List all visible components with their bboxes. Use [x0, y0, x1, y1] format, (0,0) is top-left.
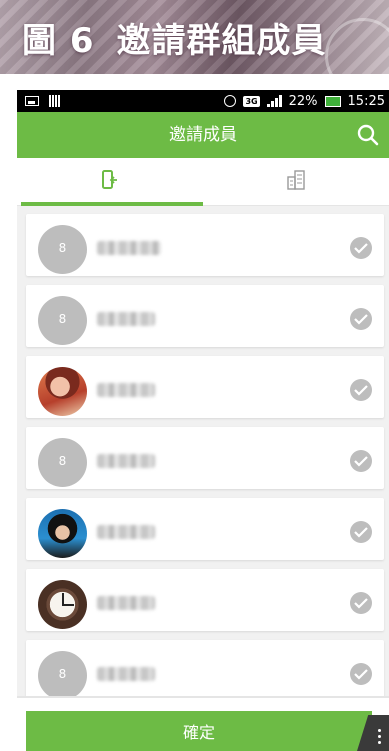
figure-title: 邀請群組成員 [116, 20, 327, 61]
signal-strength-icon [266, 95, 282, 107]
check-icon[interactable] [350, 308, 372, 330]
banner-gap [0, 74, 389, 90]
avatar-default [38, 225, 87, 274]
contact-row[interactable] [26, 498, 384, 560]
battery-charging-icon [324, 95, 341, 107]
status-bar: 3G 22% 15:25 [17, 90, 389, 112]
contact-name-redacted [97, 454, 155, 468]
avatar-photo [38, 367, 87, 416]
company-building-icon [287, 169, 305, 194]
avatar-default [38, 438, 87, 487]
contact-name-redacted [97, 383, 155, 397]
source-tabs [17, 158, 389, 206]
figure-label: 圖 6 [22, 20, 95, 61]
tab-phone-contacts[interactable] [17, 158, 203, 206]
app-header: 邀請成員 [17, 112, 389, 158]
contact-name-redacted [97, 241, 161, 255]
contact-name-redacted [97, 667, 155, 681]
avatar-default [38, 651, 87, 696]
contact-row[interactable] [26, 569, 384, 631]
contact-row[interactable] [26, 427, 384, 489]
image-notification-icon [25, 96, 39, 106]
check-icon[interactable] [350, 521, 372, 543]
contact-list[interactable] [17, 206, 389, 696]
phone-contacts-icon [102, 169, 118, 194]
contact-row[interactable] [26, 214, 384, 276]
contact-row[interactable] [26, 356, 384, 418]
page-title: 邀請成員 [169, 125, 237, 145]
check-icon[interactable] [350, 450, 372, 472]
check-icon[interactable] [350, 663, 372, 685]
battery-percent: 22% [288, 93, 318, 109]
figure-banner: 圖 6 邀請群組成員 [0, 0, 389, 74]
avatar-photo [38, 580, 87, 629]
figure-caption: 圖 6 邀請群組成員 [22, 10, 379, 64]
check-icon[interactable] [350, 379, 372, 401]
contact-name-redacted [97, 312, 155, 326]
search-icon[interactable] [357, 124, 379, 146]
clock-time: 15:25 [347, 93, 385, 109]
barcode-notification-icon [49, 95, 61, 107]
check-icon[interactable] [350, 592, 372, 614]
avatar-photo [38, 509, 87, 558]
contact-row[interactable] [26, 640, 384, 696]
tab-company-contacts[interactable] [203, 158, 389, 205]
alarm-icon [224, 95, 237, 107]
contact-name-redacted [97, 525, 155, 539]
footer-bar: 確定 [17, 696, 389, 751]
contact-row[interactable] [26, 285, 384, 347]
network-type-badge: 3G [243, 95, 260, 107]
contact-name-redacted [97, 596, 155, 610]
avatar-default [38, 296, 87, 345]
check-icon[interactable] [350, 237, 372, 259]
confirm-button[interactable]: 確定 [26, 711, 372, 751]
